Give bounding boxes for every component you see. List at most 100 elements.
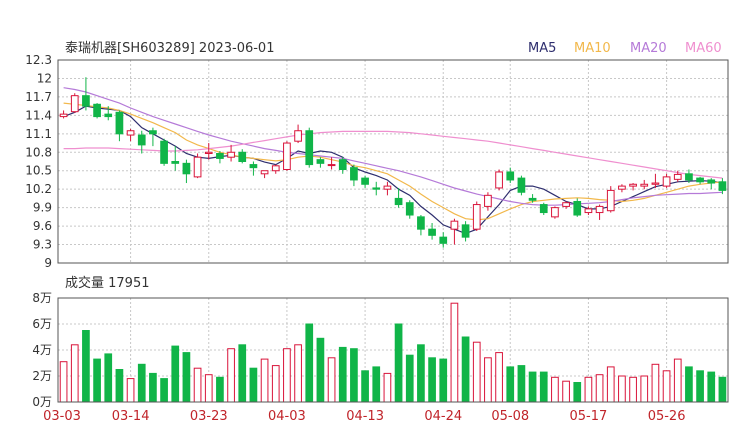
candle xyxy=(662,173,671,188)
candle xyxy=(539,202,548,216)
legend-ma20: MA20 xyxy=(630,41,667,56)
legend-ma60: MA60 xyxy=(685,41,722,56)
candle-body xyxy=(115,111,124,135)
candle-body xyxy=(651,182,660,185)
volume-bar xyxy=(193,367,202,403)
volume-bar xyxy=(528,371,537,403)
date-tick-label: 05-08 xyxy=(491,409,529,424)
candle xyxy=(506,167,515,184)
volume-bar xyxy=(707,371,716,403)
price-tick-label: 12 xyxy=(37,71,52,85)
volume-label: 成交量 17951 xyxy=(65,275,150,291)
candle-body xyxy=(495,171,503,189)
legend-ma10: MA10 xyxy=(574,41,611,56)
candle xyxy=(606,186,615,213)
volume-bar xyxy=(383,372,392,403)
volume-bar xyxy=(283,348,291,403)
candle-body xyxy=(517,177,526,193)
volume-bar xyxy=(685,366,693,403)
price-tick-label: 9.9 xyxy=(33,201,52,215)
candle-body xyxy=(126,130,135,136)
volume-bar xyxy=(82,330,90,403)
candle-body xyxy=(662,176,671,187)
price-tick-label: 11.1 xyxy=(25,127,52,141)
volume-bar xyxy=(93,358,101,403)
candle xyxy=(573,198,582,217)
price-tick-label: 12.3 xyxy=(25,53,52,67)
candle xyxy=(249,161,258,176)
candle-body xyxy=(82,95,90,107)
candle-body xyxy=(439,236,448,244)
volume-bar xyxy=(539,371,548,403)
candle-body xyxy=(673,173,682,180)
candle-body xyxy=(249,164,258,169)
volume-bar xyxy=(450,302,459,403)
volume-bar xyxy=(227,348,235,403)
candle xyxy=(350,164,358,187)
price-panel-frame xyxy=(57,59,729,264)
candle xyxy=(115,110,124,142)
candle xyxy=(126,128,135,142)
volume-bar xyxy=(238,344,247,403)
candle xyxy=(82,77,90,111)
candle xyxy=(193,153,202,179)
candle xyxy=(405,200,414,219)
volume-bar xyxy=(271,365,280,403)
volume-bar xyxy=(316,337,325,403)
date-tick-label: 04-03 xyxy=(268,409,306,424)
volume-grid xyxy=(58,298,728,402)
volume-bar xyxy=(484,357,492,403)
volume-bar xyxy=(629,376,637,403)
volume-bar xyxy=(439,358,448,403)
candle-body xyxy=(294,130,302,142)
candle xyxy=(428,223,436,240)
date-tick-label: 04-13 xyxy=(346,409,384,424)
candle xyxy=(171,146,180,171)
ma-legend: MA5 MA10 MA20 MA60 xyxy=(528,41,722,56)
candle-body xyxy=(383,185,392,190)
volume-bar xyxy=(160,378,168,403)
candle-body xyxy=(372,187,381,190)
candle xyxy=(551,206,559,219)
volume-bar xyxy=(126,378,135,403)
candle xyxy=(283,141,291,171)
candle-body xyxy=(216,153,224,159)
price-grid xyxy=(58,60,728,263)
price-tick-label: 10.5 xyxy=(25,164,52,178)
volume-bar xyxy=(115,369,124,403)
candle-body xyxy=(59,113,68,118)
volume-bar xyxy=(595,374,604,403)
volume-bar xyxy=(405,354,414,403)
candle-body xyxy=(271,165,280,172)
volume-bars xyxy=(59,302,727,403)
candle-body xyxy=(193,156,202,178)
volume-bar xyxy=(517,365,526,403)
candle-body xyxy=(104,113,113,118)
candle xyxy=(294,124,302,144)
price-tick-label: 11.7 xyxy=(25,90,52,104)
candle-body xyxy=(484,194,492,207)
candle-body xyxy=(394,197,403,206)
candle-body xyxy=(606,189,615,212)
volume-bar xyxy=(260,358,269,403)
volume-tick-label: 6万 xyxy=(32,317,52,331)
candle xyxy=(495,169,503,191)
date-tick-label: 03-03 xyxy=(43,409,81,424)
candle xyxy=(182,159,191,184)
candle xyxy=(618,184,626,193)
volume-bar xyxy=(361,370,369,403)
volume-bar xyxy=(249,367,258,403)
candle xyxy=(383,181,392,196)
candle-body xyxy=(338,159,347,170)
volume-bar xyxy=(305,323,314,403)
volume-bar xyxy=(417,344,425,403)
candle-body xyxy=(93,103,101,118)
price-tick-label: 9.6 xyxy=(33,219,52,233)
candle xyxy=(439,232,448,248)
candle-body xyxy=(618,185,626,190)
volume-bar xyxy=(216,376,224,403)
candle-body xyxy=(417,216,425,230)
volume-bar xyxy=(372,366,381,403)
candle-body xyxy=(629,183,637,187)
candle-body xyxy=(260,170,269,175)
